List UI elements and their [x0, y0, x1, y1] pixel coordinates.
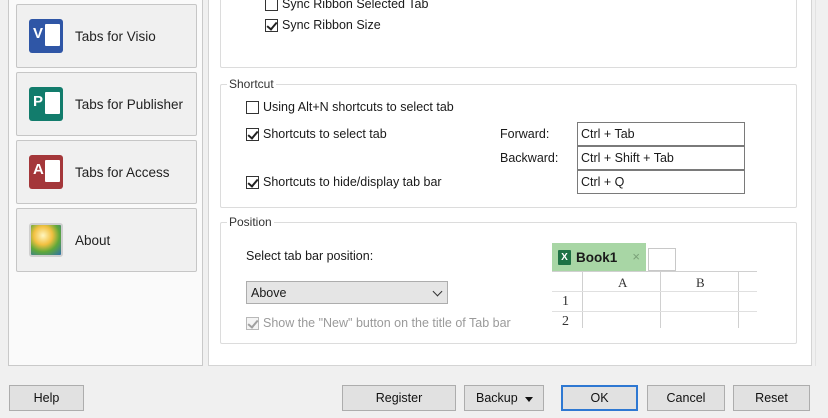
sidebar-item-about[interactable]: About [16, 208, 197, 272]
help-button[interactable]: Help [9, 385, 84, 411]
sidebar: V Tabs for Visio P Tabs for Publisher A … [8, 0, 203, 366]
preview-col-b: B [696, 275, 705, 290]
sidebar-item-label: Tabs for Access [75, 164, 170, 180]
ok-button[interactable]: OK [561, 385, 638, 411]
scrollbar[interactable] [815, 0, 828, 366]
visio-icon: V [29, 19, 63, 53]
checkbox-box [246, 100, 259, 114]
cancel-button[interactable]: Cancel [647, 385, 725, 411]
checkbox-box [265, 18, 278, 32]
checkbox-label: Sync Ribbon Selected Tab [282, 0, 429, 11]
forward-shortcut-field[interactable]: Ctrl + Tab [577, 122, 745, 146]
chevron-down-icon [432, 286, 443, 297]
register-button[interactable]: Register [342, 385, 456, 411]
checkbox-box [265, 0, 278, 11]
sidebar-item-label: About [75, 232, 111, 248]
preview-row-1: 1 [562, 294, 569, 309]
preview-new-tab-button [648, 248, 676, 271]
checkbox-label: Using Alt+N shortcuts to select tab [263, 100, 454, 114]
backup-label: Backup [476, 391, 518, 405]
tab-bar-position-select[interactable]: Above [246, 281, 448, 304]
group-title: Shortcut [227, 77, 276, 91]
checkbox-label: Show the "New" button on the title of Ta… [263, 316, 511, 330]
sidebar-item-label: Tabs for Visio [75, 28, 156, 44]
backward-shortcut-field[interactable]: Ctrl + Shift + Tab [577, 146, 745, 170]
access-icon: A [29, 155, 63, 189]
alt-n-shortcut-checkbox[interactable]: Using Alt+N shortcuts to select tab [246, 100, 454, 114]
select-value: Above [251, 286, 287, 300]
sidebar-item-publisher[interactable]: P Tabs for Publisher [16, 72, 197, 136]
tab-bar-position-label: Select tab bar position: [246, 249, 374, 263]
checkbox-label: Shortcuts to select tab [263, 127, 387, 141]
close-icon: × [632, 249, 640, 264]
checkbox-box [246, 316, 259, 330]
publisher-icon: P [29, 87, 63, 121]
sync-ribbon-selected-tab-checkbox[interactable]: Sync Ribbon Selected Tab [265, 0, 428, 11]
select-tab-shortcut-checkbox[interactable]: Shortcuts to select tab [246, 127, 387, 141]
toggle-tabbar-shortcut-field[interactable]: Ctrl + Q [577, 170, 745, 194]
sync-ribbon-size-checkbox[interactable]: Sync Ribbon Size [265, 18, 381, 32]
about-icon [29, 223, 63, 257]
show-new-button-checkbox[interactable]: Show the "New" button on the title of Ta… [246, 316, 511, 330]
preview-row-2: 2 [562, 314, 569, 329]
reset-button[interactable]: Reset [733, 385, 810, 411]
sidebar-item-label: Tabs for Publisher [75, 96, 184, 112]
backward-label: Backward: [500, 151, 559, 165]
checkbox-label: Sync Ribbon Size [282, 18, 381, 32]
dropdown-arrow-icon [525, 397, 533, 402]
preview-sheet-grid: A B 1 2 [552, 271, 757, 329]
excel-icon: X [558, 249, 571, 265]
preview-tab-label: Book1 [576, 249, 618, 265]
checkbox-label: Shortcuts to hide/display tab bar [263, 175, 442, 189]
preview-col-a: A [618, 275, 628, 290]
checkbox-box [246, 175, 259, 189]
backup-button[interactable]: Backup [464, 385, 544, 411]
tab-bar-preview: X Book1 × A B 1 2 [552, 243, 760, 333]
checkbox-box [246, 127, 259, 141]
forward-label: Forward: [500, 127, 550, 141]
group-title: Position [227, 215, 274, 229]
hide-display-shortcut-checkbox[interactable]: Shortcuts to hide/display tab bar [246, 175, 442, 189]
sidebar-item-visio[interactable]: V Tabs for Visio [16, 4, 197, 68]
preview-tab: X Book1 × [552, 243, 646, 271]
sidebar-item-access[interactable]: A Tabs for Access [16, 140, 197, 204]
